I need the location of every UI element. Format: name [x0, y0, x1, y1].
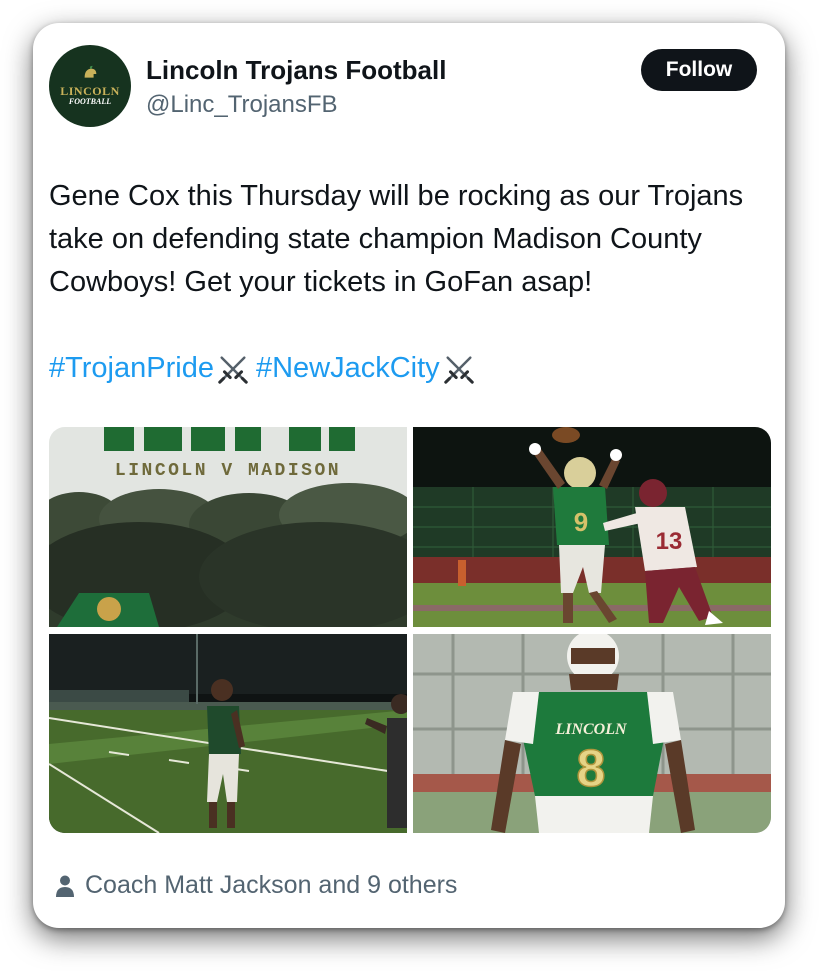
- author-name[interactable]: Lincoln Trojans Football: [146, 55, 446, 86]
- photo4-jersey-number: 8: [577, 740, 606, 798]
- person-icon: [56, 875, 74, 897]
- tweet-card: LINCOLN FOOTBALL Lincoln Trojans Footbal…: [33, 23, 785, 928]
- trojan-helmet-icon: [84, 65, 97, 78]
- photo1-caption: LINCOLN V MADISON: [115, 461, 341, 481]
- tweet-text: Gene Cox this Thursday will be rocking a…: [49, 180, 744, 298]
- author-avatar[interactable]: LINCOLN FOOTBALL: [49, 45, 131, 127]
- hashtag-line: #TrojanPride #NewJackCity: [49, 347, 482, 390]
- photo-catch-action[interactable]: 9 13: [413, 427, 771, 627]
- photo-grid: LINCOLN V MADISON 9 13 LINCOLN 8: [49, 427, 771, 833]
- author-handle[interactable]: @Linc_TrojansFB: [146, 91, 338, 119]
- avatar-logo-word: LINCOLN: [60, 84, 120, 98]
- hashtag-trojanpride[interactable]: #TrojanPride: [49, 347, 214, 390]
- photo4-jersey-word: LINCOLN: [554, 721, 628, 738]
- photo-night-field[interactable]: [49, 634, 407, 833]
- crossed-swords-icon: [218, 355, 248, 384]
- photo2-jersey-9: 9: [574, 507, 588, 537]
- photo-next-up-graphic[interactable]: LINCOLN V MADISON: [49, 427, 407, 627]
- photo-player-8[interactable]: LINCOLN 8: [413, 634, 771, 833]
- liked-by[interactable]: Coach Matt Jackson and 9 others: [55, 871, 457, 900]
- avatar-logo-sub: FOOTBALL: [68, 97, 112, 106]
- crossed-swords-icon: [443, 355, 474, 384]
- photo2-jersey-13: 13: [656, 528, 683, 555]
- follow-button[interactable]: Follow: [641, 49, 757, 91]
- liked-by-text: Coach Matt Jackson and 9 others: [85, 871, 458, 899]
- hashtag-newjackcity[interactable]: #NewJackCity: [256, 347, 440, 390]
